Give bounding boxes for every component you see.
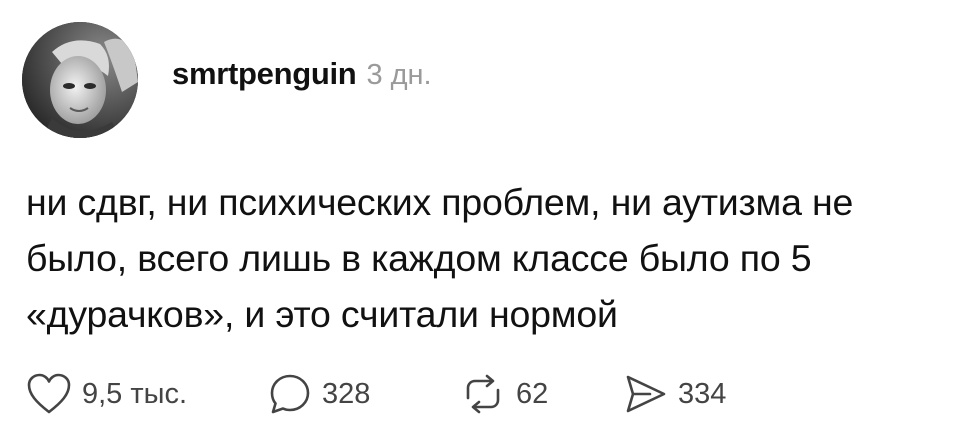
comment-count: 328 [322,377,371,410]
repost-icon [466,374,500,414]
like-button[interactable]: 9,5 тыс. [26,366,187,422]
profile-photo [22,22,138,138]
repost-count: 62 [516,377,549,410]
comment-icon [270,374,310,414]
repost-button[interactable]: 62 [460,366,548,422]
like-count: 9,5 тыс. [82,377,188,410]
send-icon [626,375,666,413]
username[interactable]: smrtpenguin [172,56,357,92]
post: smrtpenguin 3 дн. ни сдвг, ни психически… [0,0,960,443]
share-count: 334 [678,377,727,410]
post-header: smrtpenguin 3 дн. [172,56,432,92]
comment-button[interactable]: 328 [268,366,370,422]
post-text: ни сдвг, ни психических проблем, ни аути… [26,181,854,335]
share-button[interactable]: 334 [622,366,726,422]
timestamp: 3 дн. [366,59,432,91]
heart-icon [27,373,71,414]
avatar[interactable] [22,22,138,138]
action-bar: 9,5 тыс. 328 62 334 [26,366,926,422]
